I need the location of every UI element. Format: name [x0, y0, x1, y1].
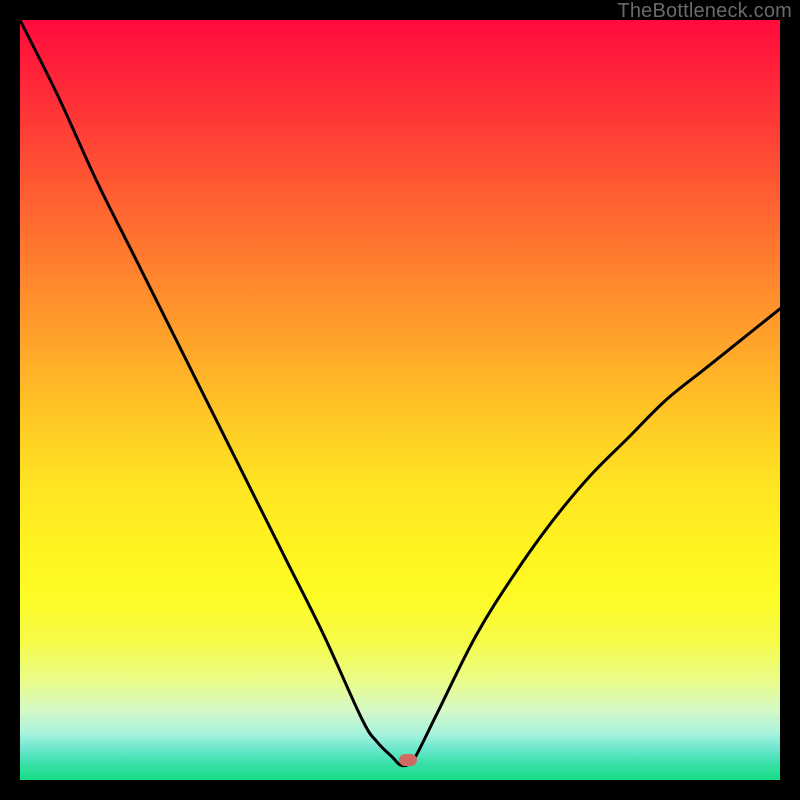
chart-frame: TheBottleneck.com: [0, 0, 800, 800]
watermark-text: TheBottleneck.com: [617, 0, 792, 23]
bottleneck-curve: [20, 20, 780, 780]
plot-area: [20, 20, 780, 780]
optimal-marker: [399, 754, 417, 766]
